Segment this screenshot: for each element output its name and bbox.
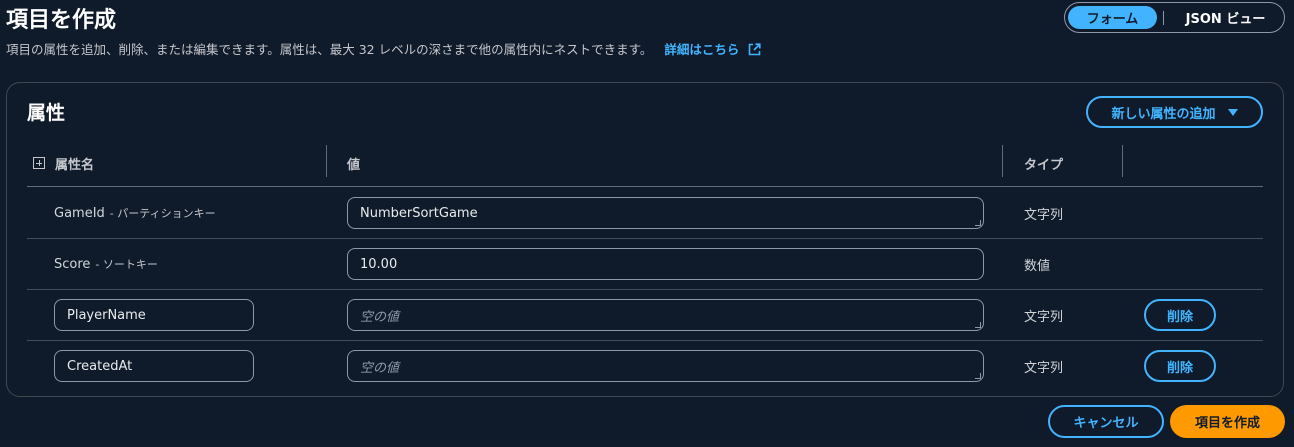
attribute-value-placeholder: 空の値 — [360, 309, 400, 325]
cancel-button[interactable]: キャンセル — [1048, 405, 1164, 438]
table-row: GameId - パーティションキー NumberSortGame 文字列 — [27, 188, 1263, 239]
add-attribute-button[interactable]: 新しい属性の追加 — [1086, 96, 1263, 128]
attribute-type: 文字列 — [1024, 309, 1064, 325]
resize-handle-icon[interactable] — [975, 322, 981, 328]
table-row: CreatedAt 空の値 文字列 削除 — [27, 341, 1263, 392]
attribute-value-input[interactable]: 空の値 — [347, 299, 984, 331]
attributes-panel: 属性 新しい属性の追加 属性名 値 タイプ GameId - パーティションキー… — [6, 82, 1284, 397]
expand-all-icon[interactable] — [33, 157, 45, 169]
column-value: 値 — [347, 157, 361, 173]
attribute-value: NumberSortGame — [360, 205, 478, 221]
attribute-value-placeholder: 空の値 — [360, 360, 400, 376]
attribute-value-input[interactable]: NumberSortGame — [347, 197, 984, 229]
sort-key-label: - ソートキー — [95, 258, 158, 271]
attribute-value: 10.00 — [360, 256, 398, 272]
attribute-name: GameId — [54, 205, 105, 221]
attribute-name-input[interactable]: PlayerName — [54, 299, 254, 331]
attribute-type: 数値 — [1024, 258, 1051, 274]
column-divider[interactable] — [1002, 145, 1003, 177]
delete-attribute-button[interactable]: 削除 — [1144, 299, 1216, 331]
description-text: 項目の属性を追加、削除、または編集できます。属性は、最大 32 レベルの深さまで… — [6, 42, 653, 57]
column-attribute-name: 属性名 — [33, 145, 94, 181]
attribute-name: Score — [54, 256, 91, 272]
delete-attribute-button[interactable]: 削除 — [1144, 350, 1216, 382]
attribute-name-cell: GameId - パーティションキー — [54, 188, 216, 238]
page-description: 項目の属性を追加、削除、または編集できます。属性は、最大 32 レベルの深さまで… — [6, 39, 761, 58]
attribute-type: 文字列 — [1024, 360, 1064, 376]
column-type: タイプ — [1024, 157, 1064, 173]
attribute-value-input[interactable]: 空の値 — [347, 350, 984, 382]
create-item-button[interactable]: 項目を作成 — [1170, 405, 1285, 438]
toggle-divider — [1163, 10, 1164, 25]
json-view-button[interactable]: JSON ビュー — [1170, 6, 1281, 29]
column-divider[interactable] — [1122, 145, 1123, 177]
attribute-name-cell: Score - ソートキー — [54, 239, 158, 289]
attributes-title: 属性 — [27, 102, 66, 124]
column-name-label: 属性名 — [55, 157, 95, 173]
learn-more-label: 詳細はこちら — [664, 42, 740, 57]
add-attribute-label: 新しい属性の追加 — [1111, 106, 1216, 122]
table-row: PlayerName 空の値 文字列 削除 — [27, 290, 1263, 341]
external-link-icon — [748, 43, 761, 56]
caret-down-icon — [1227, 108, 1238, 116]
learn-more-link[interactable]: 詳細はこちら — [664, 42, 761, 57]
view-mode-toggle: フォーム JSON ビュー — [1064, 2, 1285, 33]
page-title: 項目を作成 — [6, 8, 117, 33]
attribute-type: 文字列 — [1024, 207, 1064, 223]
attribute-name-input[interactable]: CreatedAt — [54, 350, 254, 382]
attribute-value-input[interactable]: 10.00 — [347, 248, 984, 280]
resize-handle-icon[interactable] — [975, 220, 981, 226]
table-row: Score - ソートキー 10.00 数値 — [27, 239, 1263, 290]
column-divider[interactable] — [326, 145, 327, 177]
attributes-table-header: 属性名 値 タイプ — [27, 145, 1263, 187]
form-view-button[interactable]: フォーム — [1068, 6, 1157, 29]
partition-key-label: - パーティションキー — [109, 207, 216, 220]
resize-handle-icon[interactable] — [975, 373, 981, 379]
